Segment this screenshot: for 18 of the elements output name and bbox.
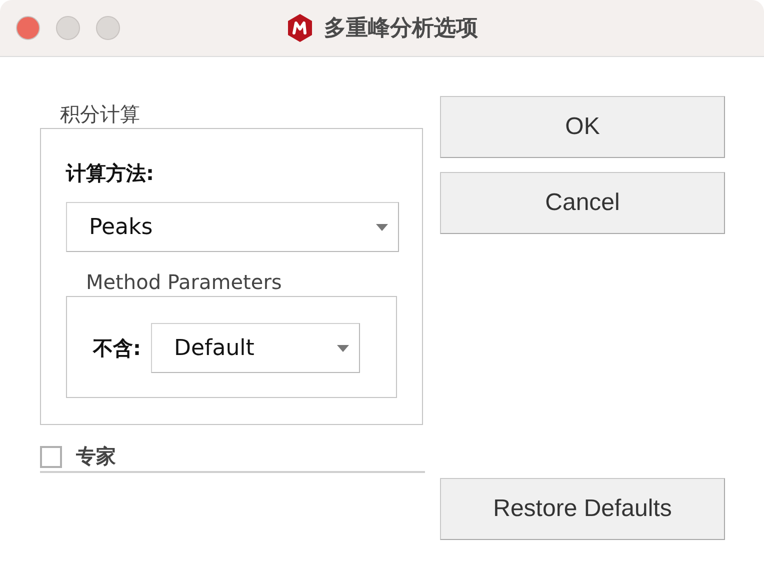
window-control-icon[interactable] [96,16,120,40]
logo-icon [286,13,314,43]
checkbox-label: 专家 [76,443,116,470]
field-label: 不含: [93,335,141,361]
exclude-dropdown[interactable]: Default [151,323,360,373]
group-legend: Method Parameters [66,268,282,296]
caret-icon [376,224,388,230]
dialog-button[interactable]: OK [440,96,725,158]
caret-icon [337,344,349,352]
window-control-icon[interactable] [56,16,80,40]
window-control-icon[interactable] [16,16,40,40]
window-title: 多重峰分析选项 [324,15,478,43]
dialog-button[interactable]: Cancel [440,172,725,234]
field-label: 计算方法: [66,160,155,186]
checkbox[interactable] [40,446,62,468]
group-legend: 积分计算 [40,100,140,128]
restore-defaults-button[interactable]: Restore Defaults [440,478,725,540]
method-dropdown[interactable]: Peaks [66,202,399,252]
